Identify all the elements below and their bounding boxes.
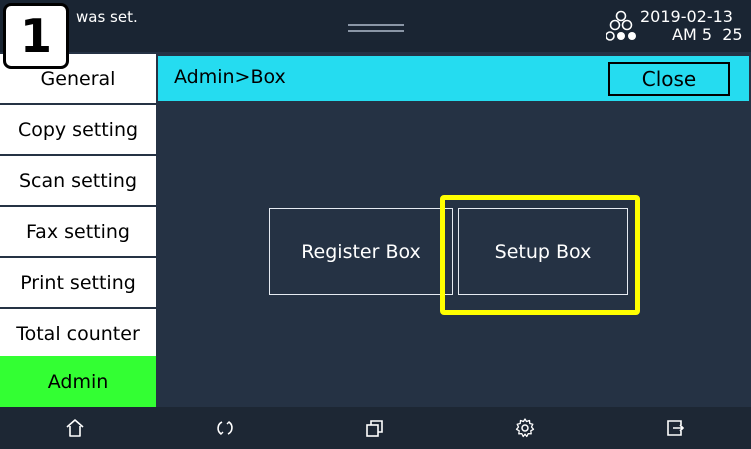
settings-gear-icon	[515, 418, 535, 438]
sidebar-item-label: General	[40, 67, 116, 90]
screen: was set. 2019-02-13 AM 5 25 General Copy…	[0, 0, 751, 449]
drag-handle-top[interactable]	[348, 24, 404, 26]
home-button[interactable]	[0, 407, 150, 449]
status-message: was set.	[76, 8, 138, 26]
drag-handle-bottom[interactable]	[348, 30, 404, 32]
sidebar-item-print-setting[interactable]: Print setting	[0, 258, 156, 307]
windows-icon	[366, 420, 383, 437]
status-date: 2019-02-13	[640, 7, 733, 26]
setup-box-button[interactable]: Setup Box	[458, 208, 628, 295]
sidebar-item-copy-setting[interactable]: Copy setting	[0, 105, 156, 154]
refresh-button[interactable]	[150, 407, 300, 449]
status-time: AM 5 25	[672, 25, 743, 44]
refresh-icon	[217, 421, 233, 435]
network-nodes-icon	[606, 10, 636, 41]
settings-button[interactable]	[450, 407, 600, 449]
content-header: Admin>Box Close	[158, 56, 749, 101]
sidebar-item-label: Print setting	[20, 271, 136, 294]
register-box-button[interactable]: Register Box	[269, 208, 453, 295]
sidebar-item-label: Scan setting	[18, 169, 138, 192]
sidebar-item-total-counter[interactable]: Total counter	[0, 309, 156, 358]
home-icon	[66, 419, 84, 437]
breadcrumb: Admin>Box	[174, 66, 286, 88]
sidebar-item-label: Copy setting	[17, 118, 139, 141]
close-button[interactable]: Close	[608, 62, 730, 96]
status-bar: was set. 2019-02-13 AM 5 25	[0, 0, 751, 52]
sidebar-item-scan-setting[interactable]: Scan setting	[0, 156, 156, 205]
sidebar: General Copy setting Scan setting Fax se…	[0, 52, 156, 407]
logout-button[interactable]	[600, 407, 750, 449]
sidebar-item-label: Admin	[47, 370, 109, 393]
sidebar-item-fax-setting[interactable]: Fax setting	[0, 207, 156, 256]
sidebar-item-label: Fax setting	[26, 220, 130, 243]
logout-icon	[667, 420, 685, 436]
sidebar-item-label: Total counter	[16, 322, 140, 345]
step-number-badge: 1	[3, 3, 69, 69]
bottom-nav-bar	[0, 407, 751, 449]
windows-button[interactable]	[300, 407, 450, 449]
sidebar-item-admin[interactable]: Admin	[0, 356, 156, 407]
